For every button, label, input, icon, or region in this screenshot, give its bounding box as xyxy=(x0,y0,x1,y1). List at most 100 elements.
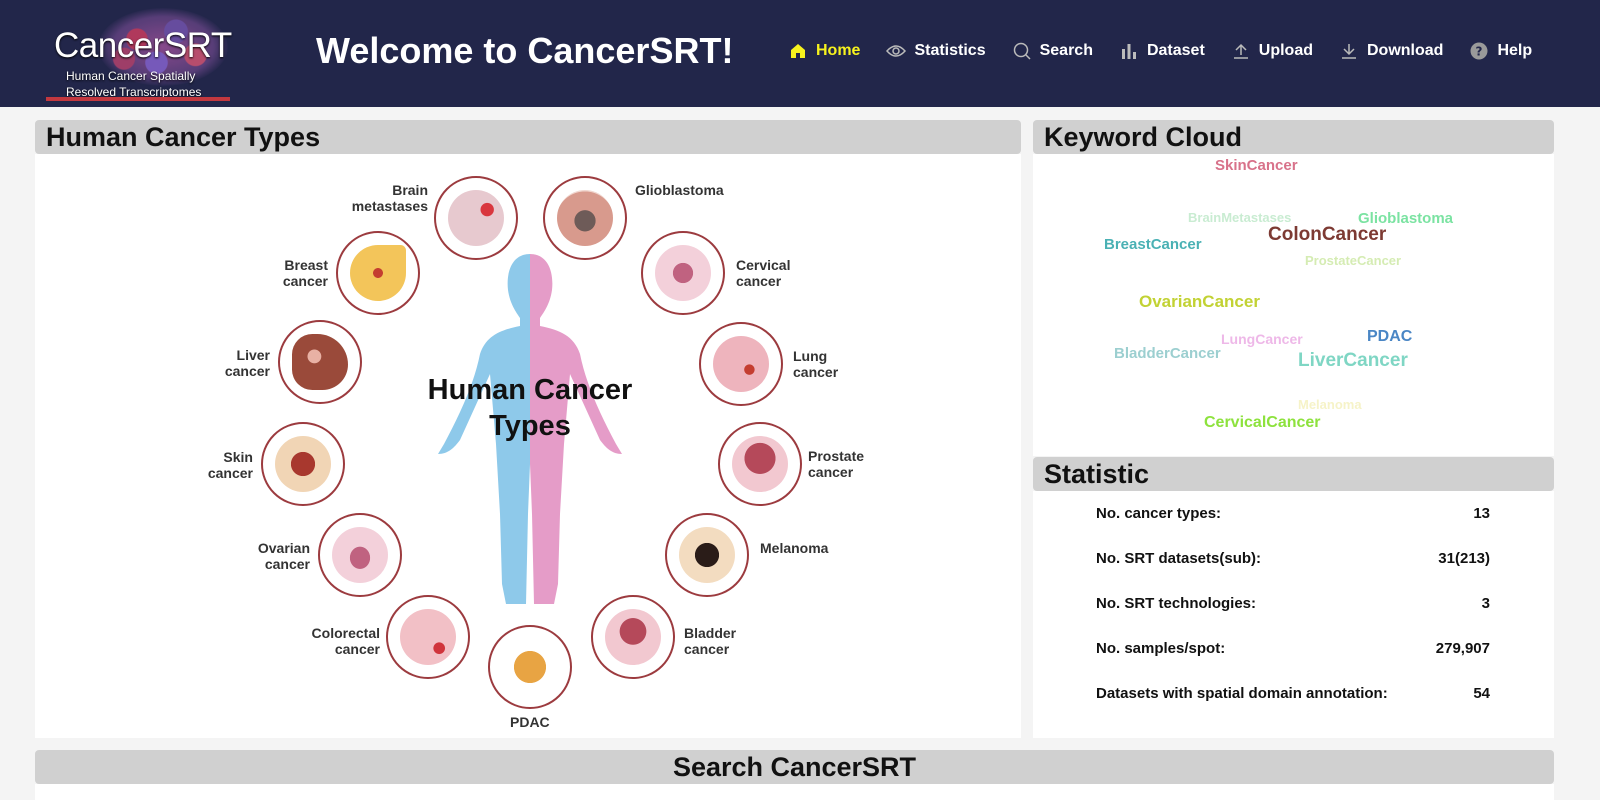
cancersrt-logo[interactable]: CancerSRT Human Cancer Spatially Resolve… xyxy=(46,8,232,102)
nav-upload-label: Upload xyxy=(1258,42,1313,59)
breast-cancer-icon xyxy=(336,231,420,315)
stat-row-spatial-domain: Datasets with spatial domain annotation:… xyxy=(1096,685,1490,702)
stat-row-srt-datasets: No. SRT datasets(sub): 31(213) xyxy=(1096,550,1490,567)
stat-value: 13 xyxy=(1473,505,1490,522)
label-liver-line2: cancer xyxy=(224,363,270,379)
label-ovarian-line1: Ovarian xyxy=(257,540,310,556)
home-icon xyxy=(788,41,808,61)
label-prostate-line2: cancer xyxy=(808,464,854,480)
nav-download[interactable]: Download xyxy=(1339,38,1443,64)
label-prostate-cancer: Prostate cancer xyxy=(808,448,864,480)
label-breast-line2: cancer xyxy=(282,273,328,289)
stat-label: Datasets with spatial domain annotation: xyxy=(1096,685,1388,702)
lung-cancer-icon xyxy=(699,322,783,406)
stat-row-samples-spot: No. samples/spot: 279,907 xyxy=(1096,640,1490,657)
eye-icon xyxy=(886,41,907,61)
stat-value: 279,907 xyxy=(1435,640,1490,657)
keyword-skincancer[interactable]: SkinCancer xyxy=(1215,157,1298,174)
nav-home-label: Home xyxy=(816,42,861,59)
label-lung-line1: Lung xyxy=(793,348,828,364)
keyword-brainmetastases[interactable]: BrainMetastases xyxy=(1188,210,1291,225)
label-breast-line1: Breast xyxy=(284,257,328,273)
main-nav: Home Statistics Search Dataset Upload Do… xyxy=(788,38,1558,64)
cervical-cancer-icon xyxy=(641,231,725,315)
label-bladder-cancer: Bladder cancer xyxy=(684,625,736,657)
bladder-cancer-icon xyxy=(591,595,675,679)
stat-row-srt-technologies: No. SRT technologies: 3 xyxy=(1096,595,1490,612)
stat-label: No. cancer types: xyxy=(1096,505,1222,522)
label-prostate-line1: Prostate xyxy=(808,448,865,464)
skin-cancer-icon xyxy=(261,422,345,506)
bar-chart-icon xyxy=(1119,41,1139,61)
keyword-livercancer[interactable]: LiverCancer xyxy=(1298,350,1408,372)
keyword-cloud-header: Keyword Cloud xyxy=(1033,120,1554,154)
label-brain-metastases-line1: Brain xyxy=(392,182,428,198)
keyword-bladdercancer[interactable]: BladderCancer xyxy=(1114,345,1221,362)
statistic-header: Statistic xyxy=(1033,457,1554,491)
label-colorectal-line2: cancer xyxy=(334,641,380,657)
keyword-melanoma[interactable]: Melanoma xyxy=(1298,397,1362,412)
search-cancersrt-header: Search CancerSRT xyxy=(35,750,1554,784)
brain-metastases-icon xyxy=(434,176,518,260)
figure-title-line1: Human Cancer xyxy=(427,374,633,406)
figure-title-line2: Types xyxy=(489,410,571,442)
colorectal-cancer-icon xyxy=(386,595,470,679)
label-ovarian-cancer: Ovarian cancer xyxy=(232,540,310,572)
label-skin-line2: cancer xyxy=(207,465,253,481)
nav-statistics-label: Statistics xyxy=(914,42,986,59)
welcome-heading: Welcome to CancerSRT! xyxy=(316,30,734,71)
top-navbar: CancerSRT Human Cancer Spatially Resolve… xyxy=(0,0,1600,107)
help-icon: ? xyxy=(1469,41,1489,61)
svg-text:?: ? xyxy=(1476,45,1483,59)
keyword-breastcancer[interactable]: BreastCancer xyxy=(1104,236,1202,253)
label-colorectal-cancer: Colorectal cancer xyxy=(290,625,380,657)
keyword-pdac[interactable]: PDAC xyxy=(1367,328,1412,346)
keyword-ovariancancer[interactable]: OvarianCancer xyxy=(1139,292,1260,312)
label-cervical-line1: Cervical xyxy=(736,257,791,273)
label-skin-line1: Skin xyxy=(223,449,253,465)
search-panel xyxy=(35,784,1554,800)
nav-dataset[interactable]: Dataset xyxy=(1119,38,1205,64)
upload-icon xyxy=(1231,41,1251,61)
label-bladder-line2: cancer xyxy=(684,641,730,657)
keyword-lungcancer[interactable]: LungCancer xyxy=(1221,331,1303,347)
nav-statistics[interactable]: Statistics xyxy=(886,38,986,64)
label-glioblastoma: Glioblastoma xyxy=(635,182,724,198)
keyword-coloncancer[interactable]: ColonCancer xyxy=(1268,224,1386,246)
ovarian-cancer-icon xyxy=(318,513,402,597)
logo-subtitle: Human Cancer Spatially Resolved Transcri… xyxy=(66,68,201,100)
keyword-prostatecancer[interactable]: ProstateCancer xyxy=(1305,253,1401,268)
cancer-types-header: Human Cancer Types xyxy=(35,120,1021,154)
label-breast-cancer: Breast cancer xyxy=(250,257,328,289)
keyword-cervicalcancer[interactable]: CervicalCancer xyxy=(1204,414,1321,432)
stat-label: No. SRT datasets(sub): xyxy=(1096,550,1262,567)
label-ovarian-line2: cancer xyxy=(264,556,310,572)
download-icon xyxy=(1339,41,1359,61)
pdac-icon xyxy=(488,625,572,709)
logo-underline xyxy=(46,97,230,101)
nav-home[interactable]: Home xyxy=(788,38,860,64)
stat-value: 31(213) xyxy=(1438,550,1490,567)
figure-title: Human Cancer Types xyxy=(380,372,680,444)
nav-help[interactable]: ? Help xyxy=(1469,38,1532,64)
label-lung-line2: cancer xyxy=(793,364,839,380)
liver-cancer-icon xyxy=(278,320,362,404)
nav-dataset-label: Dataset xyxy=(1146,42,1205,59)
label-brain-metastases-line2: metastases xyxy=(351,198,428,214)
search-icon xyxy=(1012,41,1032,61)
nav-search[interactable]: Search xyxy=(1012,38,1093,64)
label-cervical-line2: cancer xyxy=(736,273,782,289)
label-liver-line1: Liver xyxy=(236,347,270,363)
stat-value: 3 xyxy=(1481,595,1490,612)
label-lung-cancer: Lung cancer xyxy=(793,348,838,380)
label-pdac: PDAC xyxy=(510,714,550,730)
label-skin-cancer: Skin cancer xyxy=(175,449,253,481)
label-melanoma: Melanoma xyxy=(760,540,829,556)
nav-upload[interactable]: Upload xyxy=(1231,38,1313,64)
logo-subtitle-line1: Human Cancer Spatially xyxy=(66,69,196,83)
label-liver-cancer: Liver cancer xyxy=(192,347,270,379)
label-colorectal-line1: Colorectal xyxy=(311,625,380,641)
stat-value: 54 xyxy=(1473,685,1490,702)
nav-download-label: Download xyxy=(1367,42,1444,59)
melanoma-icon xyxy=(665,513,749,597)
